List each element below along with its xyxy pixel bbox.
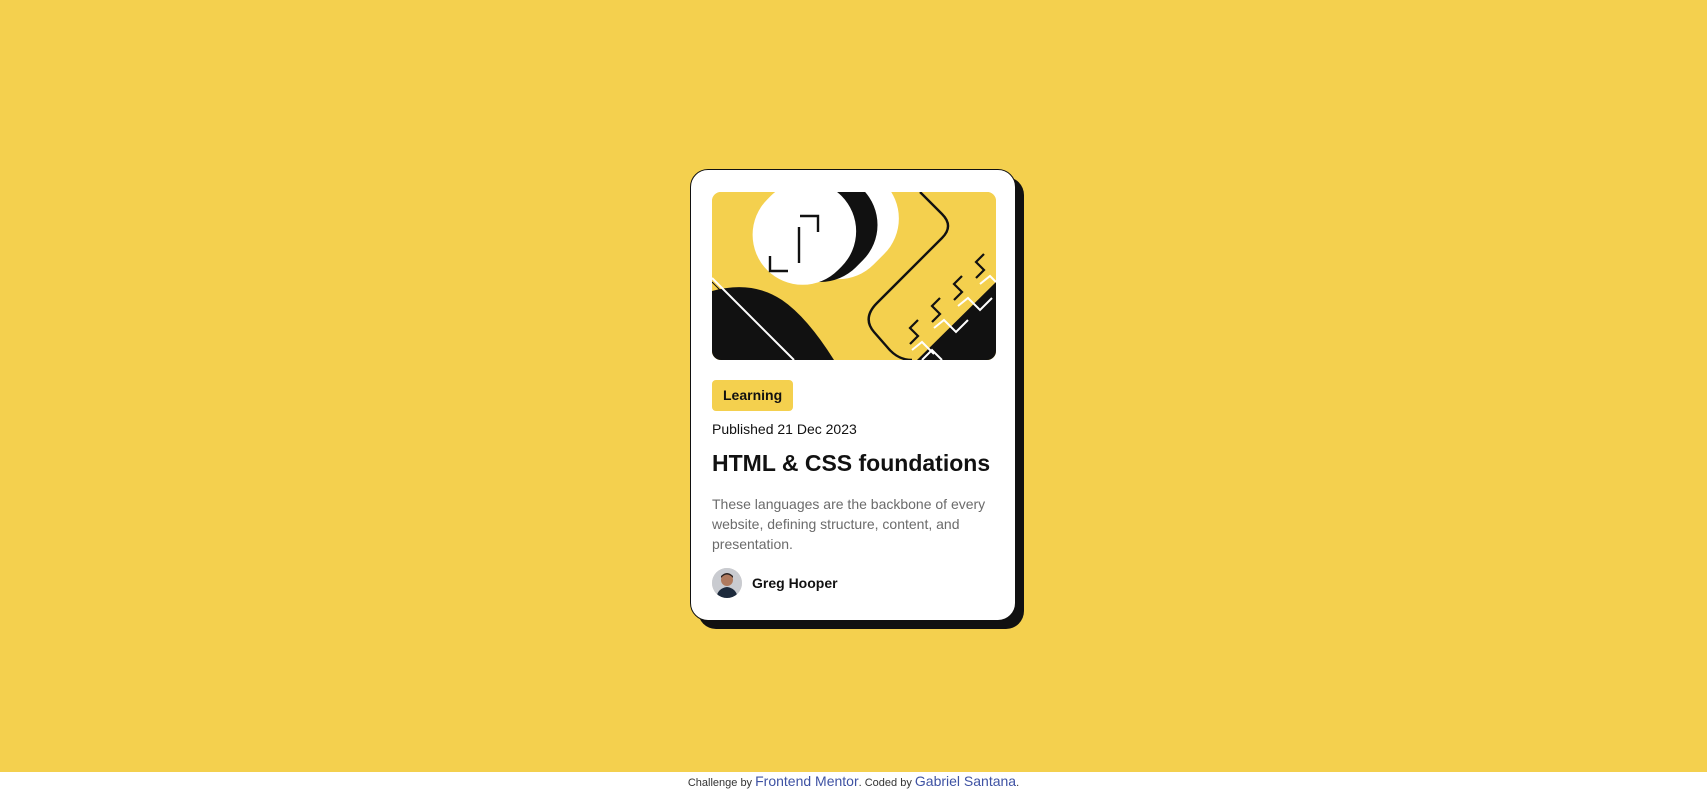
published-date: Published 21 Dec 2023: [712, 421, 857, 437]
attribution-suffix: .: [1016, 777, 1020, 789]
author-avatar-icon: [712, 568, 742, 598]
author: Greg Hooper: [712, 568, 838, 598]
card-title-link[interactable]: HTML & CSS foundations: [712, 450, 990, 477]
page-background: Learning Published 21 Dec 2023 HTML & CS…: [0, 0, 1707, 772]
blog-preview-card[interactable]: Learning Published 21 Dec 2023 HTML & CS…: [690, 169, 1016, 621]
author-name: Greg Hooper: [752, 575, 838, 591]
author-profile-link[interactable]: Gabriel Santana: [915, 773, 1016, 789]
card-description: These languages are the backbone of ever…: [712, 496, 986, 552]
frontend-mentor-link[interactable]: Frontend Mentor: [755, 773, 859, 789]
attribution-challenge-prefix: Challenge by: [687, 777, 753, 789]
hero-illustration: [712, 192, 996, 360]
attribution-coded-prefix: . Coded by: [858, 777, 912, 789]
illustration-article-icon: [712, 192, 996, 360]
category-tag: Learning: [712, 380, 794, 411]
attribution-footer: Challenge by Frontend Mentor. Coded by G…: [0, 772, 1707, 791]
